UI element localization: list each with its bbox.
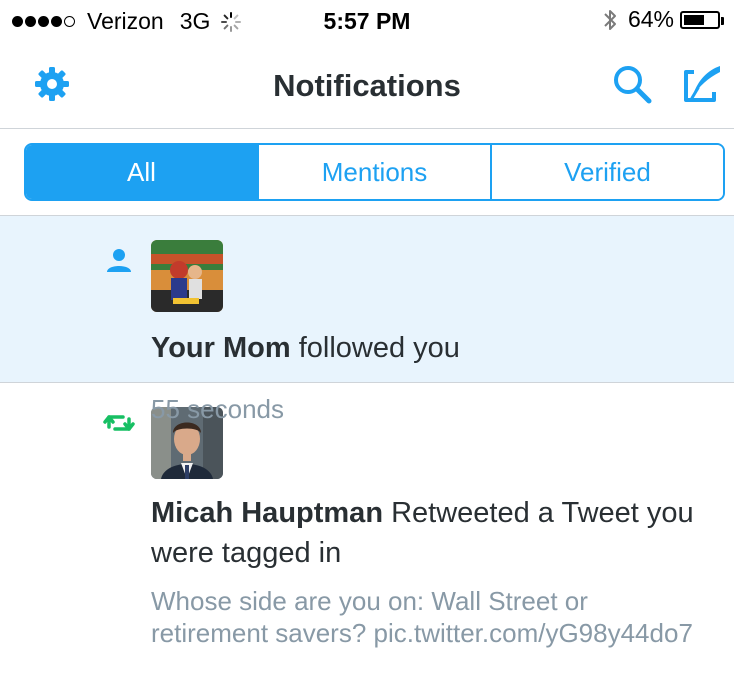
compose-tweet-button[interactable] — [680, 62, 724, 106]
tabs-area: All Mentions Verified — [0, 129, 734, 216]
avatar-photo — [151, 240, 223, 312]
battery-icon — [680, 10, 724, 29]
notification-retweet[interactable]: Micah Hauptman Retweeted a Tweet you wer… — [0, 383, 734, 696]
notification-timestamp: 55 seconds — [151, 394, 284, 424]
status-right: 64% — [602, 6, 724, 33]
search-button[interactable] — [610, 62, 654, 106]
navigation-bar: Notifications — [0, 42, 734, 129]
notification-text: Your Mom followed you — [151, 328, 721, 368]
notification-text: Micah Hauptman Retweeted a Tweet you wer… — [151, 493, 721, 573]
notification-follow[interactable]: Your Mom followed you — [0, 216, 734, 383]
person-icon — [107, 249, 131, 272]
tweet-preview-text[interactable]: Whose side are you on: Wall Street or re… — [151, 585, 711, 649]
notifications-screen: Verizon 3G 5:57 PM 64% Notifications All… — [0, 0, 734, 696]
search-icon — [614, 66, 652, 104]
battery-level-fill — [684, 14, 704, 25]
user-name[interactable]: Micah Hauptman — [151, 497, 383, 529]
battery-percentage: 64% — [627, 6, 674, 32]
notification-action: followed you — [298, 332, 460, 364]
tab-all[interactable]: All — [26, 145, 257, 199]
status-bar: Verizon 3G 5:57 PM 64% — [0, 0, 734, 42]
user-name[interactable]: Your Mom — [151, 332, 291, 364]
tab-verified[interactable]: Verified — [490, 145, 723, 199]
retweet-icon — [103, 415, 135, 431]
tab-mentions[interactable]: Mentions — [257, 145, 490, 199]
notification-filter-tabs: All Mentions Verified — [24, 143, 725, 201]
bluetooth-icon — [604, 9, 616, 30]
compose-tweet-icon — [684, 66, 720, 102]
avatar[interactable] — [151, 240, 223, 312]
